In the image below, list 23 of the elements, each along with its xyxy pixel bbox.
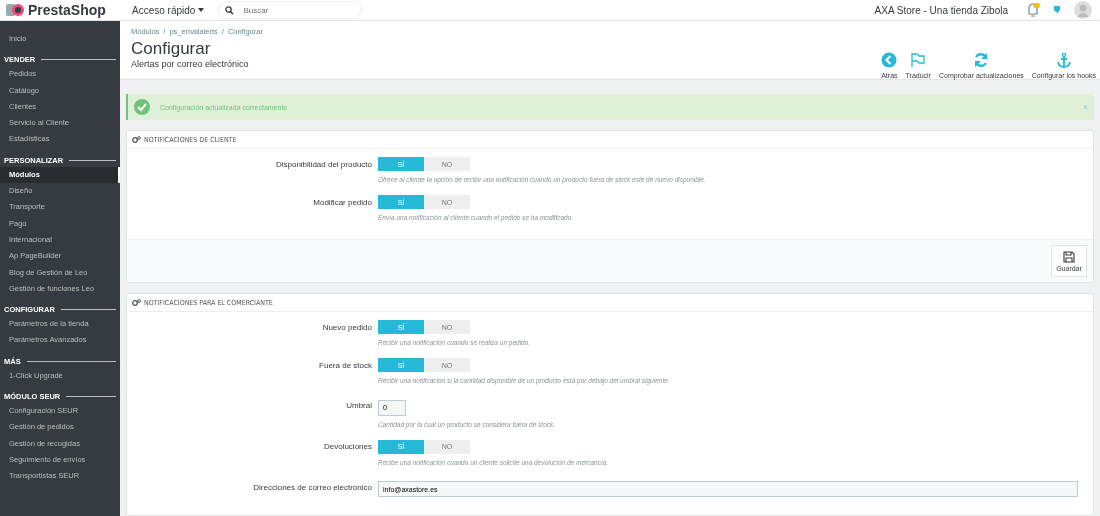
logo-text: PrestaShop <box>28 2 106 18</box>
check-circle-icon <box>134 99 150 115</box>
search-input[interactable]: Buscar <box>241 4 326 16</box>
shop-name-link[interactable]: AXA Store - Una tienda Zibola <box>874 4 1008 16</box>
search-icon[interactable] <box>225 5 236 15</box>
refresh-icon <box>973 52 990 68</box>
field-label: Disponibilidad del producto <box>274 159 372 169</box>
field-label: Fuera de stock <box>318 360 372 370</box>
avatar-icon[interactable] <box>1074 1 1092 19</box>
quick-access-menu[interactable]: Acceso rápido <box>132 4 205 16</box>
gears-icon <box>132 299 141 306</box>
field-label: Devoluciones <box>322 442 372 451</box>
gears-icon <box>132 136 141 143</box>
page-title: Configurar <box>131 39 212 59</box>
caret-icon <box>198 8 205 12</box>
field-label: Modificar pedido <box>312 197 372 207</box>
bell-icon[interactable] <box>1026 3 1040 17</box>
field-label: Nuevo pedido <box>321 322 372 332</box>
field-label: Umbral <box>345 401 372 411</box>
field-label: Direcciones de correo electrónico <box>252 482 372 492</box>
page-subtitle: Alertas por correo electrónico <box>131 59 250 69</box>
flag-icon <box>910 52 927 68</box>
anchor-icon <box>1055 52 1072 68</box>
